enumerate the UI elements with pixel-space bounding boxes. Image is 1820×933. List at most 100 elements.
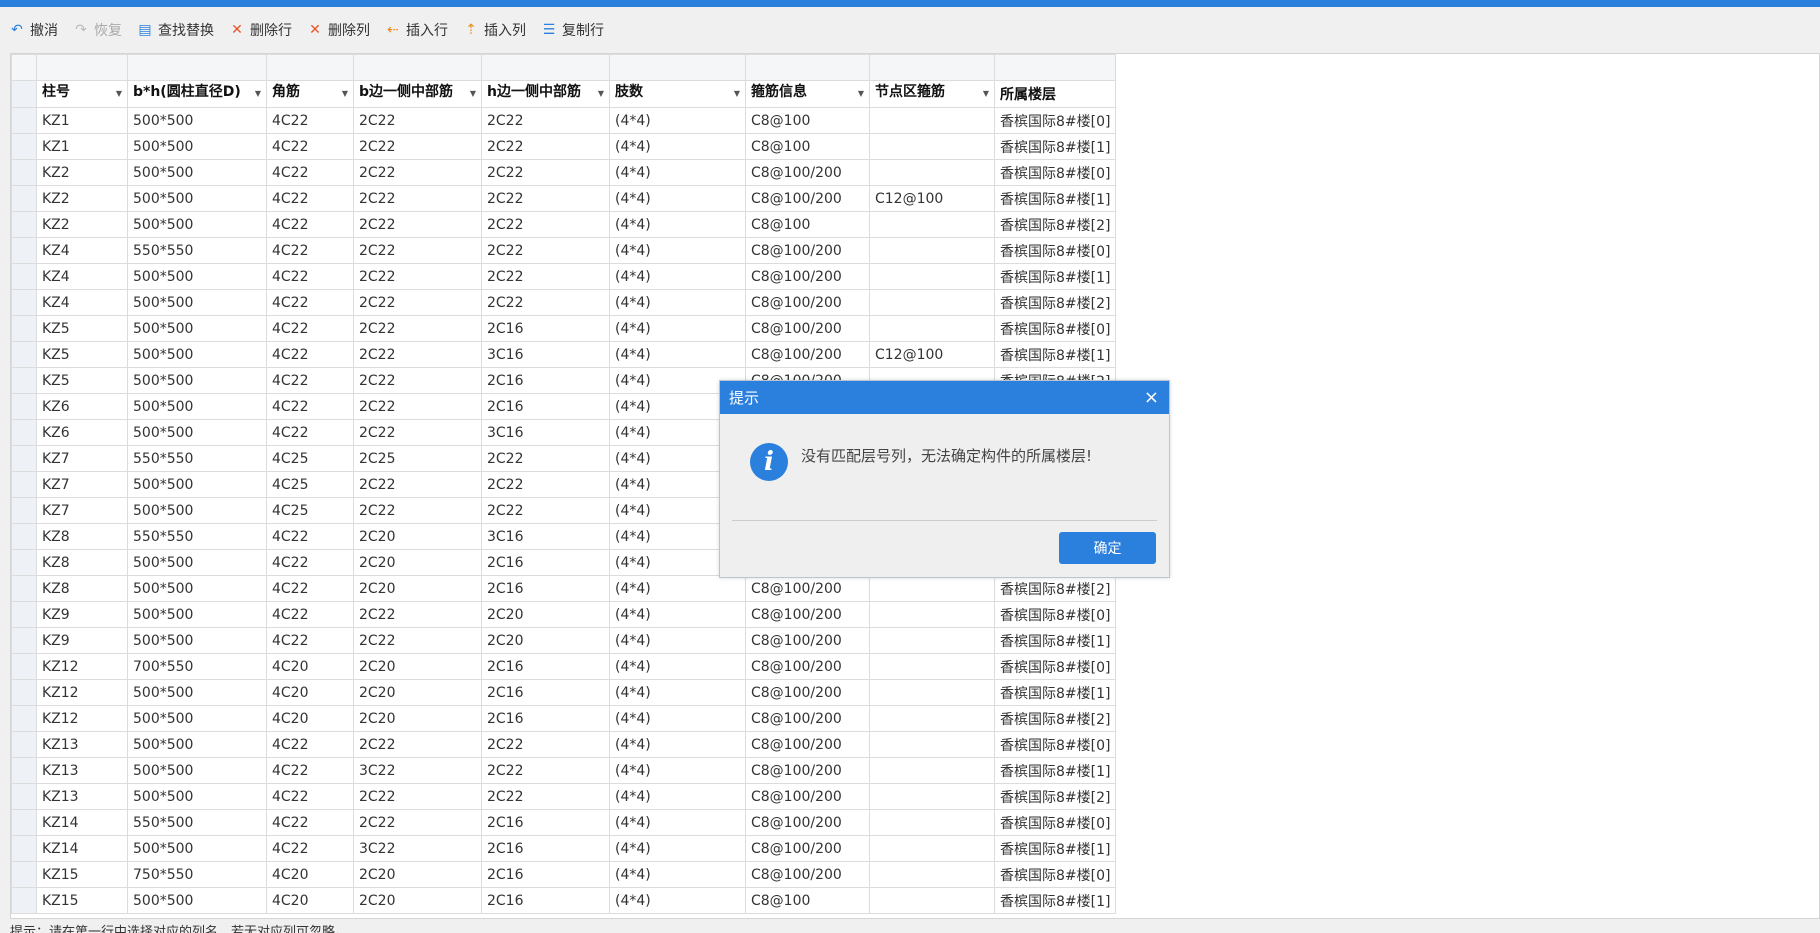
mapping-cell[interactable]: [745, 54, 870, 81]
row-header[interactable]: [11, 653, 37, 680]
table-cell[interactable]: KZ14: [36, 835, 128, 862]
table-cell[interactable]: 2C20: [353, 705, 482, 732]
table-cell[interactable]: (4*4): [609, 263, 746, 290]
table-cell[interactable]: 4C25: [266, 497, 354, 524]
table-cell[interactable]: 4C20: [266, 887, 354, 914]
table-cell[interactable]: C8@100/200: [745, 705, 870, 732]
table-cell[interactable]: 4C22: [266, 237, 354, 264]
table-cell[interactable]: 香槟国际8#楼[2]: [993, 211, 1117, 238]
table-cell[interactable]: C8@100/200: [745, 809, 870, 836]
table-cell[interactable]: KZ12: [36, 705, 128, 732]
row-header[interactable]: [11, 731, 37, 758]
table-cell[interactable]: C8@100/200: [745, 159, 870, 186]
table-cell[interactable]: KZ13: [36, 731, 128, 758]
table-cell[interactable]: 香槟国际8#楼[0]: [993, 107, 1117, 134]
table-cell[interactable]: KZ4: [36, 263, 128, 290]
column-header[interactable]: 角筋 ▼: [266, 80, 354, 108]
table-cell[interactable]: KZ6: [36, 419, 128, 446]
table-cell[interactable]: 2C20: [481, 601, 610, 628]
table-cell[interactable]: [869, 653, 995, 680]
table-cell[interactable]: [869, 731, 995, 758]
table-cell[interactable]: 2C22: [353, 471, 482, 498]
table-cell[interactable]: 4C22: [266, 133, 354, 160]
mapping-cell[interactable]: [481, 54, 610, 81]
table-cell[interactable]: C8@100/200: [745, 601, 870, 628]
row-header[interactable]: [11, 783, 37, 810]
dropdown-arrow-icon[interactable]: ▼: [342, 82, 348, 107]
table-cell[interactable]: 4C22: [266, 783, 354, 810]
table-cell[interactable]: [869, 107, 995, 134]
toolbar-button-0[interactable]: ↶ 撤消: [8, 20, 58, 40]
table-cell[interactable]: 2C16: [481, 549, 610, 576]
table-cell[interactable]: 香槟国际8#楼[2]: [993, 783, 1117, 810]
table-cell[interactable]: C12@100: [869, 341, 995, 368]
table-cell[interactable]: KZ9: [36, 601, 128, 628]
row-header[interactable]: [11, 497, 37, 524]
table-cell[interactable]: (4*4): [609, 575, 746, 602]
table-cell[interactable]: 550*550: [127, 237, 267, 264]
table-cell[interactable]: 2C22: [353, 159, 482, 186]
dropdown-arrow-icon[interactable]: ▼: [255, 82, 261, 107]
table-cell[interactable]: 4C22: [266, 367, 354, 394]
dropdown-arrow-icon[interactable]: ▼: [983, 82, 989, 107]
table-cell[interactable]: (4*4): [609, 289, 746, 316]
table-cell[interactable]: 香槟国际8#楼[1]: [993, 341, 1117, 368]
table-cell[interactable]: C8@100: [745, 211, 870, 238]
table-cell[interactable]: (4*4): [609, 809, 746, 836]
table-cell[interactable]: 4C22: [266, 575, 354, 602]
table-cell[interactable]: 4C22: [266, 315, 354, 342]
table-cell[interactable]: (4*4): [609, 705, 746, 732]
table-cell[interactable]: 2C20: [481, 627, 610, 654]
table-cell[interactable]: 4C25: [266, 445, 354, 472]
table-cell[interactable]: 4C22: [266, 419, 354, 446]
table-cell[interactable]: KZ13: [36, 783, 128, 810]
toolbar-button-6[interactable]: ⇡ 插入列: [462, 20, 526, 40]
table-cell[interactable]: 4C20: [266, 653, 354, 680]
table-cell[interactable]: (4*4): [609, 887, 746, 914]
table-cell[interactable]: [869, 783, 995, 810]
close-icon[interactable]: ×: [1144, 387, 1159, 408]
row-header[interactable]: [11, 133, 37, 160]
column-header[interactable]: h边一侧中部筋 ▼: [481, 80, 610, 108]
row-header[interactable]: [11, 185, 37, 212]
table-cell[interactable]: 550*550: [127, 523, 267, 550]
table-cell[interactable]: 2C16: [481, 809, 610, 836]
table-cell[interactable]: C8@100/200: [745, 653, 870, 680]
table-cell[interactable]: 2C22: [353, 263, 482, 290]
column-header[interactable]: b边一侧中部筋 ▼: [353, 80, 482, 108]
table-cell[interactable]: 3C16: [481, 419, 610, 446]
row-header[interactable]: [11, 107, 37, 134]
table-cell[interactable]: KZ14: [36, 809, 128, 836]
row-header[interactable]: [11, 445, 37, 472]
table-cell[interactable]: 500*500: [127, 575, 267, 602]
table-cell[interactable]: C8@100/200: [745, 315, 870, 342]
table-cell[interactable]: 2C16: [481, 835, 610, 862]
table-cell[interactable]: 2C22: [353, 367, 482, 394]
table-cell[interactable]: 2C22: [353, 783, 482, 810]
row-header[interactable]: [11, 289, 37, 316]
table-cell[interactable]: (4*4): [609, 653, 746, 680]
table-cell[interactable]: 香槟国际8#楼[1]: [993, 835, 1117, 862]
table-cell[interactable]: (4*4): [609, 133, 746, 160]
table-cell[interactable]: 2C22: [481, 159, 610, 186]
table-cell[interactable]: KZ7: [36, 497, 128, 524]
table-cell[interactable]: 2C20: [353, 861, 482, 888]
row-header[interactable]: [11, 523, 37, 550]
row-header[interactable]: [11, 809, 37, 836]
table-cell[interactable]: 2C25: [353, 445, 482, 472]
table-cell[interactable]: 2C16: [481, 393, 610, 420]
table-cell[interactable]: 4C22: [266, 159, 354, 186]
toolbar-button-4[interactable]: ✕ 删除列: [306, 20, 370, 40]
table-cell[interactable]: KZ15: [36, 861, 128, 888]
table-cell[interactable]: 4C22: [266, 341, 354, 368]
table-cell[interactable]: 500*500: [127, 419, 267, 446]
ok-button[interactable]: 确定: [1059, 532, 1156, 564]
table-cell[interactable]: 2C16: [481, 575, 610, 602]
table-cell[interactable]: 2C22: [481, 107, 610, 134]
table-cell[interactable]: [869, 237, 995, 264]
table-cell[interactable]: C8@100/200: [745, 263, 870, 290]
table-cell[interactable]: 香槟国际8#楼[1]: [993, 887, 1117, 914]
table-cell[interactable]: 4C20: [266, 679, 354, 706]
table-cell[interactable]: (4*4): [609, 341, 746, 368]
table-cell[interactable]: 2C22: [353, 497, 482, 524]
